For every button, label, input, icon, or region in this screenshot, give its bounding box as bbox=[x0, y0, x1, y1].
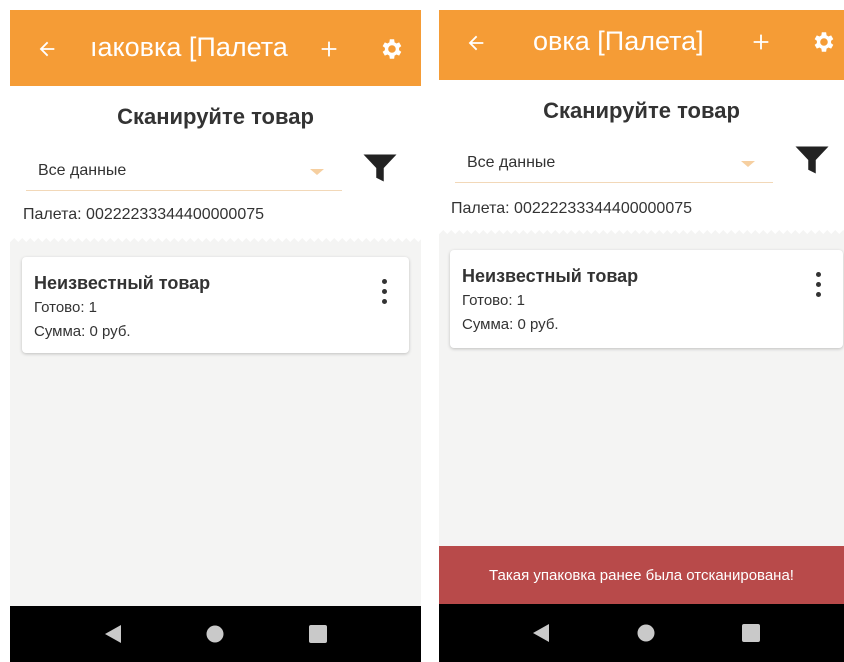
arrow-left-icon bbox=[468, 35, 484, 51]
more-options-button[interactable] bbox=[381, 279, 387, 307]
add-button[interactable] bbox=[312, 32, 346, 66]
plus-icon bbox=[321, 41, 337, 57]
more-vertical-icon bbox=[815, 272, 821, 277]
chevron-down-icon bbox=[741, 161, 755, 167]
scan-header: Сканируйте товар Все данные Палета: 0022… bbox=[439, 80, 844, 234]
chevron-down-icon bbox=[310, 169, 324, 175]
list-item[interactable]: Неизвестный товар Готово: 1 Сумма: 0 руб… bbox=[22, 257, 409, 353]
pallet-label: Палета: 00222233344400000075 bbox=[23, 206, 265, 223]
app-bar: ıаковка [Палета bbox=[10, 10, 421, 86]
nav-home-icon[interactable] bbox=[206, 625, 224, 643]
nav-back-icon[interactable] bbox=[105, 625, 121, 643]
filter-button[interactable] bbox=[362, 150, 398, 186]
system-nav-bar bbox=[439, 604, 844, 662]
product-ready-count: Готово: 1 bbox=[34, 299, 97, 316]
product-name: Неизвестный товар bbox=[34, 273, 211, 293]
scan-header: Сканируйте товар Все данные Палета: 0022… bbox=[10, 86, 421, 242]
settings-button[interactable] bbox=[805, 24, 841, 60]
zigzag-divider bbox=[439, 226, 844, 234]
scan-prompt: Сканируйте товар bbox=[543, 98, 740, 123]
product-sum: Сумма: 0 руб. bbox=[462, 316, 559, 333]
product-sum: Сумма: 0 руб. bbox=[34, 323, 131, 340]
add-button[interactable] bbox=[744, 25, 778, 59]
error-snackbar: Такая упаковка ранее была отсканирована! bbox=[439, 546, 844, 604]
product-name: Неизвестный товар bbox=[462, 266, 639, 286]
more-vertical-icon bbox=[381, 279, 387, 284]
nav-recents-icon[interactable] bbox=[309, 625, 327, 643]
screen-title-text: ıаковка [Палета bbox=[90, 32, 288, 62]
settings-button[interactable] bbox=[373, 31, 409, 67]
arrow-left-icon bbox=[39, 41, 55, 57]
screen-title: овка [Палета] bbox=[533, 26, 723, 57]
screen-title: ıаковка [Палета bbox=[90, 32, 290, 63]
product-ready-count: Готово: 1 bbox=[462, 292, 525, 309]
more-options-button[interactable] bbox=[815, 272, 821, 300]
scan-prompt: Сканируйте товар bbox=[117, 104, 314, 129]
nav-recents-icon[interactable] bbox=[742, 624, 760, 642]
gear-icon bbox=[382, 39, 402, 59]
data-filter-select-value: Все данные bbox=[467, 154, 556, 171]
pallet-label: Палета: 00222233344400000075 bbox=[451, 200, 693, 217]
funnel-icon bbox=[795, 146, 829, 174]
data-filter-select[interactable]: Все данные bbox=[455, 144, 773, 183]
phone-screen-left: ıаковка [Палета Сканируйте товар Все дан… bbox=[10, 10, 421, 662]
snackbar-message: Такая упаковка ранее была отсканирована! bbox=[489, 566, 794, 584]
back-button[interactable] bbox=[459, 26, 493, 60]
data-filter-select[interactable]: Все данные bbox=[26, 152, 342, 191]
phone-screen-right: овка [Палета] Сканируйте товар Все данны… bbox=[439, 10, 844, 662]
filter-button[interactable] bbox=[794, 142, 830, 178]
screen-title-text: овка [Палета] bbox=[533, 26, 704, 56]
system-nav-bar bbox=[10, 606, 421, 662]
nav-back-icon[interactable] bbox=[533, 624, 549, 642]
app-bar: овка [Палета] bbox=[439, 10, 844, 80]
data-filter-select-value: Все данные bbox=[38, 162, 127, 179]
zigzag-divider bbox=[10, 234, 421, 242]
gear-icon bbox=[814, 32, 834, 52]
funnel-icon bbox=[363, 154, 397, 182]
nav-home-icon[interactable] bbox=[637, 624, 655, 642]
list-item[interactable]: Неизвестный товар Готово: 1 Сумма: 0 руб… bbox=[450, 250, 843, 348]
plus-icon bbox=[753, 34, 769, 50]
back-button[interactable] bbox=[30, 32, 64, 66]
